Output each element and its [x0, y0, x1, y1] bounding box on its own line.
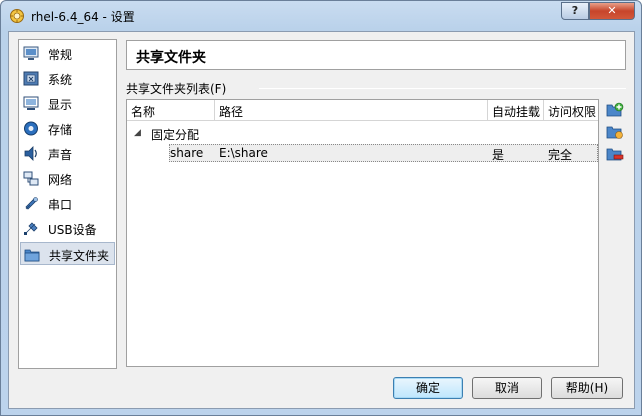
column-header-name[interactable]: 名称	[127, 100, 215, 121]
group-divider	[259, 88, 626, 89]
cell-automount: 是	[492, 148, 505, 162]
sidebar-item-storage[interactable]: 存储	[20, 117, 115, 140]
sidebar-item-shared-folders[interactable]: 共享文件夹	[20, 242, 115, 265]
sidebar-item-system[interactable]: 系统	[20, 67, 115, 90]
cell-access: 完全	[548, 148, 573, 162]
sidebar-item-label: USB设备	[48, 223, 97, 237]
page-title: 共享文件夹	[136, 50, 206, 66]
system-icon	[23, 71, 39, 86]
column-header-access[interactable]: 访问权限	[544, 100, 598, 121]
display-icon	[23, 96, 39, 110]
sidebar-item-audio[interactable]: 声音	[20, 142, 115, 165]
table-row[interactable]: share E:\share 是 完全	[169, 144, 598, 162]
title-help-button[interactable]: ?	[561, 2, 589, 20]
network-icon	[23, 171, 39, 186]
settings-window: rhel-6.4_64 - 设置 ? ✕ 常规 系统 显示 存储 声音 网络 串…	[0, 0, 642, 416]
virtualbox-icon	[10, 9, 24, 23]
help-button[interactable]: 帮助(H)	[551, 377, 623, 399]
sidebar-item-label: 显示	[48, 98, 73, 112]
sidebar-item-label: 共享文件夹	[49, 249, 110, 263]
cancel-button[interactable]: 取消	[472, 377, 542, 399]
serial-port-icon	[25, 197, 38, 210]
cell-path: E:\share	[219, 146, 268, 160]
ok-button[interactable]: 确定	[393, 377, 463, 399]
usb-icon	[24, 222, 38, 235]
edit-folder-icon[interactable]	[606, 124, 624, 140]
column-header-path[interactable]: 路径	[215, 100, 488, 121]
shared-folder-icon	[24, 249, 40, 262]
close-button[interactable]: ✕	[589, 2, 635, 20]
column-header-automount[interactable]: 自动挂载	[488, 100, 544, 121]
add-folder-icon[interactable]	[606, 102, 624, 118]
page-header: 共享文件夹	[126, 40, 626, 70]
sidebar-item-general[interactable]: 常规	[20, 42, 115, 65]
sidebar-item-network[interactable]: 网络	[20, 167, 115, 190]
sidebar-item-label: 声音	[48, 148, 73, 162]
sidebar-item-label: 系统	[48, 73, 73, 87]
sidebar-item-display[interactable]: 显示	[20, 92, 115, 115]
dialog-body: 常规 系统 显示 存储 声音 网络 串口 USB设备 共享文件夹 共享文件夹 共…	[8, 31, 635, 409]
remove-folder-icon[interactable]	[606, 146, 624, 162]
cell-name: share	[170, 146, 204, 160]
shared-folders-list-label: 共享文件夹列表(F)	[126, 82, 227, 96]
storage-icon	[24, 121, 38, 136]
sidebar-item-label: 网络	[48, 173, 73, 187]
collapse-arrow-icon[interactable]: ◢	[134, 128, 141, 138]
group-row-machine-folders[interactable]: ◢ 固定分配	[127, 125, 598, 143]
general-icon	[23, 46, 39, 60]
sidebar-item-label: 常规	[48, 48, 73, 62]
sidebar-item-serial-port[interactable]: 串口	[20, 192, 115, 215]
sidebar-item-label: 串口	[48, 198, 73, 212]
sidebar-item-usb[interactable]: USB设备	[20, 217, 115, 240]
settings-sidebar: 常规 系统 显示 存储 声音 网络 串口 USB设备 共享文件夹	[18, 39, 117, 369]
audio-icon	[24, 146, 37, 161]
shared-folders-table[interactable]: 名称 路径 自动挂载 访问权限 ◢ 固定分配 share E:\share 是 …	[126, 99, 599, 367]
sidebar-item-label: 存储	[48, 123, 73, 137]
title-bar[interactable]: rhel-6.4_64 - 设置 ? ✕	[1, 1, 641, 31]
window-title: rhel-6.4_64 - 设置	[31, 10, 135, 24]
group-name: 固定分配	[151, 128, 200, 142]
